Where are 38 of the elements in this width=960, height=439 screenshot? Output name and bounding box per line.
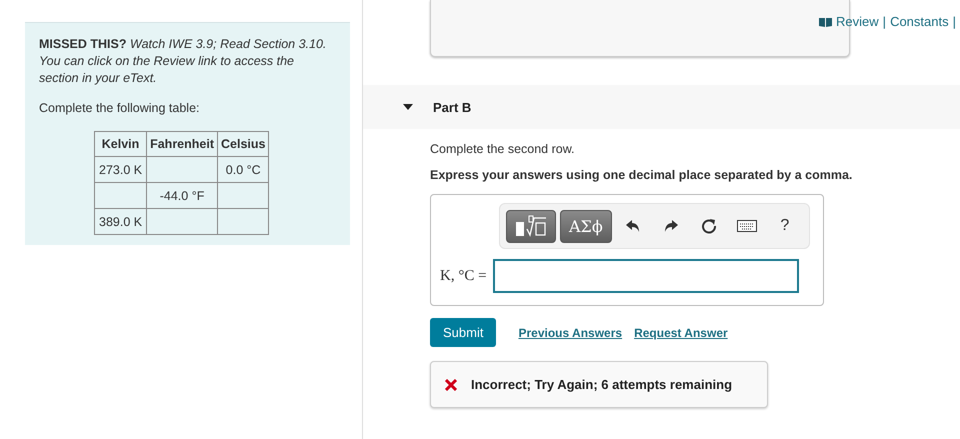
help-button[interactable]: ? [768,210,802,242]
hint-text: MISSED THIS? Watch IWE 3.9; Read Section 3.10. You can click on the Review link to access the section in your eText. [39,36,328,87]
templates-button[interactable] [506,210,556,242]
table-cell: 389.0 K [94,208,147,234]
table-cell [218,182,269,208]
book-icon [819,16,832,26]
submit-button[interactable]: Submit [430,318,496,347]
constants-link[interactable]: Constants [890,14,949,29]
directive-text: Express your answers using one decimal place separated by a comma. [430,168,854,182]
undo-icon[interactable] [626,219,640,233]
answer-link[interactable]: Request Answer [634,326,728,340]
table-cell: -44.0 °F [146,182,218,208]
keyboard-icon[interactable] [736,220,757,232]
instruction-text: Complete the following table: [39,101,201,115]
answer-field[interactable] [492,259,799,293]
separator-text: | [882,14,886,29]
column-header: Fahrenheit [146,132,218,156]
column-header: Kelvin [94,132,147,156]
column-header: Celsius [218,132,269,156]
symbols-button[interactable]: ΑΣϕ [560,210,612,242]
table-cell: 0.0 °C [218,156,269,182]
table-cell [94,182,147,208]
review-link[interactable]: Review [836,14,879,29]
table-cell [218,208,269,234]
table-cell [146,208,218,234]
prompt-text: Complete the second row. [430,142,576,156]
answer-label: K, °C = [440,268,487,284]
redo-icon[interactable] [664,219,678,233]
separator-text: | [952,14,956,29]
part-title[interactable]: Part B [433,100,472,114]
table-cell: 273.0 K [94,156,147,182]
cross-icon [445,378,457,390]
caret-icon[interactable] [403,104,413,110]
answer-link[interactable]: Previous Answers [518,326,622,340]
reset-icon[interactable] [700,218,717,234]
table-cell [146,156,218,182]
radical-icon [515,215,547,237]
feedback-text: Incorrect; Try Again; 6 attempts remaining [471,377,732,392]
